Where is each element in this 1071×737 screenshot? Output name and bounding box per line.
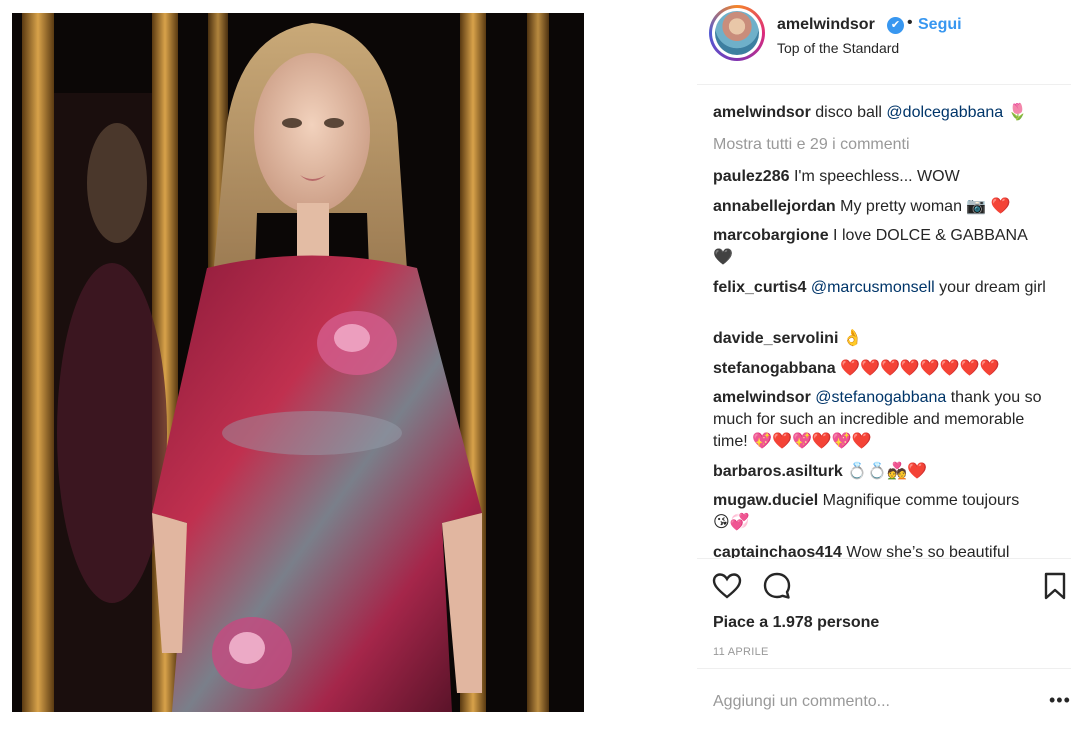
post-date[interactable]: 11 APRILE <box>713 646 769 658</box>
comment-username[interactable]: stefanogabbana <box>713 360 836 377</box>
list-item: barbaros.asilturk 💍💍💑❤️ <box>713 461 1053 483</box>
comment-username[interactable]: paulez286 <box>713 168 789 185</box>
post-photo[interactable] <box>12 13 584 712</box>
list-item: felix_curtis4 @marcusmonsell your dream … <box>713 277 1053 299</box>
comment-text: your dream girl <box>939 279 1046 296</box>
bookmark-icon <box>1044 572 1066 600</box>
list-item: marcobargione I love DOLCE & GABBANA 🖤 <box>713 225 1053 269</box>
avatar[interactable] <box>709 5 765 61</box>
comment-emoji: 😘💞 <box>713 514 750 531</box>
comment-text: Magnifique comme toujours <box>822 492 1020 509</box>
comment-emoji: 💖❤️💖❤️💖❤️ <box>752 433 872 450</box>
speech-bubble-icon <box>763 572 791 599</box>
show-all-comments-link[interactable]: Mostra tutti e 29 i commenti <box>713 134 1053 156</box>
post-side-panel: amelwindsor ✔ • Segui Top of the Standar… <box>697 0 1071 737</box>
add-comment-divider <box>697 668 1071 669</box>
heart-outline-icon <box>712 573 742 599</box>
follow-button[interactable]: Segui <box>918 16 962 34</box>
comment-username[interactable]: felix_curtis4 <box>713 279 806 296</box>
like-button[interactable] <box>711 570 743 602</box>
action-bar <box>697 560 1071 610</box>
comment-emoji: ❤️❤️❤️❤️❤️❤️❤️❤️ <box>840 360 1000 377</box>
comment-username[interactable]: mugaw.duciel <box>713 492 818 509</box>
comment-emoji: 🖤 <box>713 249 733 266</box>
verified-badge-icon: ✔ <box>887 17 904 34</box>
more-options-icon[interactable]: ••• <box>1049 690 1071 711</box>
separator-dot: • <box>907 14 913 31</box>
caption-mention[interactable]: @dolcegabbana <box>886 104 1003 121</box>
header-divider <box>697 84 1071 85</box>
likes-count[interactable]: Piace a 1.978 persone <box>713 614 879 632</box>
comment-emoji: 📷 ❤️ <box>966 198 1011 215</box>
post-header: amelwindsor ✔ • Segui Top of the Standar… <box>697 0 1071 84</box>
comment-text: I love DOLCE & GABBANA <box>833 227 1028 244</box>
comment-button[interactable] <box>761 570 793 602</box>
comment-mention[interactable]: @marcusmonsell <box>811 279 935 296</box>
save-button[interactable] <box>1041 570 1071 602</box>
list-item: paulez286 I'm speechless... WOW <box>713 166 1053 188</box>
caption: amelwindsor disco ball @dolcegabbana 🌷 <box>713 102 1053 124</box>
caption-emoji: 🌷 <box>1007 104 1028 121</box>
list-item: captainchaos414 Wow she’s so beautiful <box>713 542 1053 558</box>
add-comment-input[interactable]: Aggiungi un commento... <box>713 693 890 711</box>
header-username[interactable]: amelwindsor <box>777 16 875 34</box>
comment-text: My pretty woman <box>840 198 962 215</box>
comment-text: I'm speechless... WOW <box>793 168 960 185</box>
comment-username[interactable]: barbaros.asilturk <box>713 463 843 480</box>
list-item: mugaw.duciel Magnifique comme toujours 😘… <box>713 490 1053 534</box>
location-link[interactable]: Top of the Standard <box>777 40 899 56</box>
comment-username[interactable]: captainchaos414 <box>713 544 842 558</box>
caption-text: disco ball <box>815 104 882 121</box>
comments-list[interactable]: amelwindsor disco ball @dolcegabbana 🌷 M… <box>713 100 1053 558</box>
caption-username[interactable]: amelwindsor <box>713 104 811 121</box>
list-item: davide_servolini 👌 <box>713 328 1053 350</box>
comment-username[interactable]: marcobargione <box>713 227 829 244</box>
list-item: annabellejordan My pretty woman 📷 ❤️ <box>713 196 1053 218</box>
comment-username[interactable]: amelwindsor <box>713 389 811 406</box>
list-item: stefanogabbana ❤️❤️❤️❤️❤️❤️❤️❤️ <box>713 358 1053 380</box>
list-item: amelwindsor @stefanogabbana thank you so… <box>713 387 1053 453</box>
comments-divider <box>697 558 1071 559</box>
comment-text: Wow she’s so beautiful <box>846 544 1010 558</box>
comment-mention[interactable]: @stefanogabbana <box>815 389 946 406</box>
comment-username[interactable]: davide_servolini <box>713 330 838 347</box>
comment-username[interactable]: annabellejordan <box>713 198 836 215</box>
comment-emoji: 💍💍💑❤️ <box>847 463 927 480</box>
comment-emoji: 👌 <box>842 330 863 347</box>
